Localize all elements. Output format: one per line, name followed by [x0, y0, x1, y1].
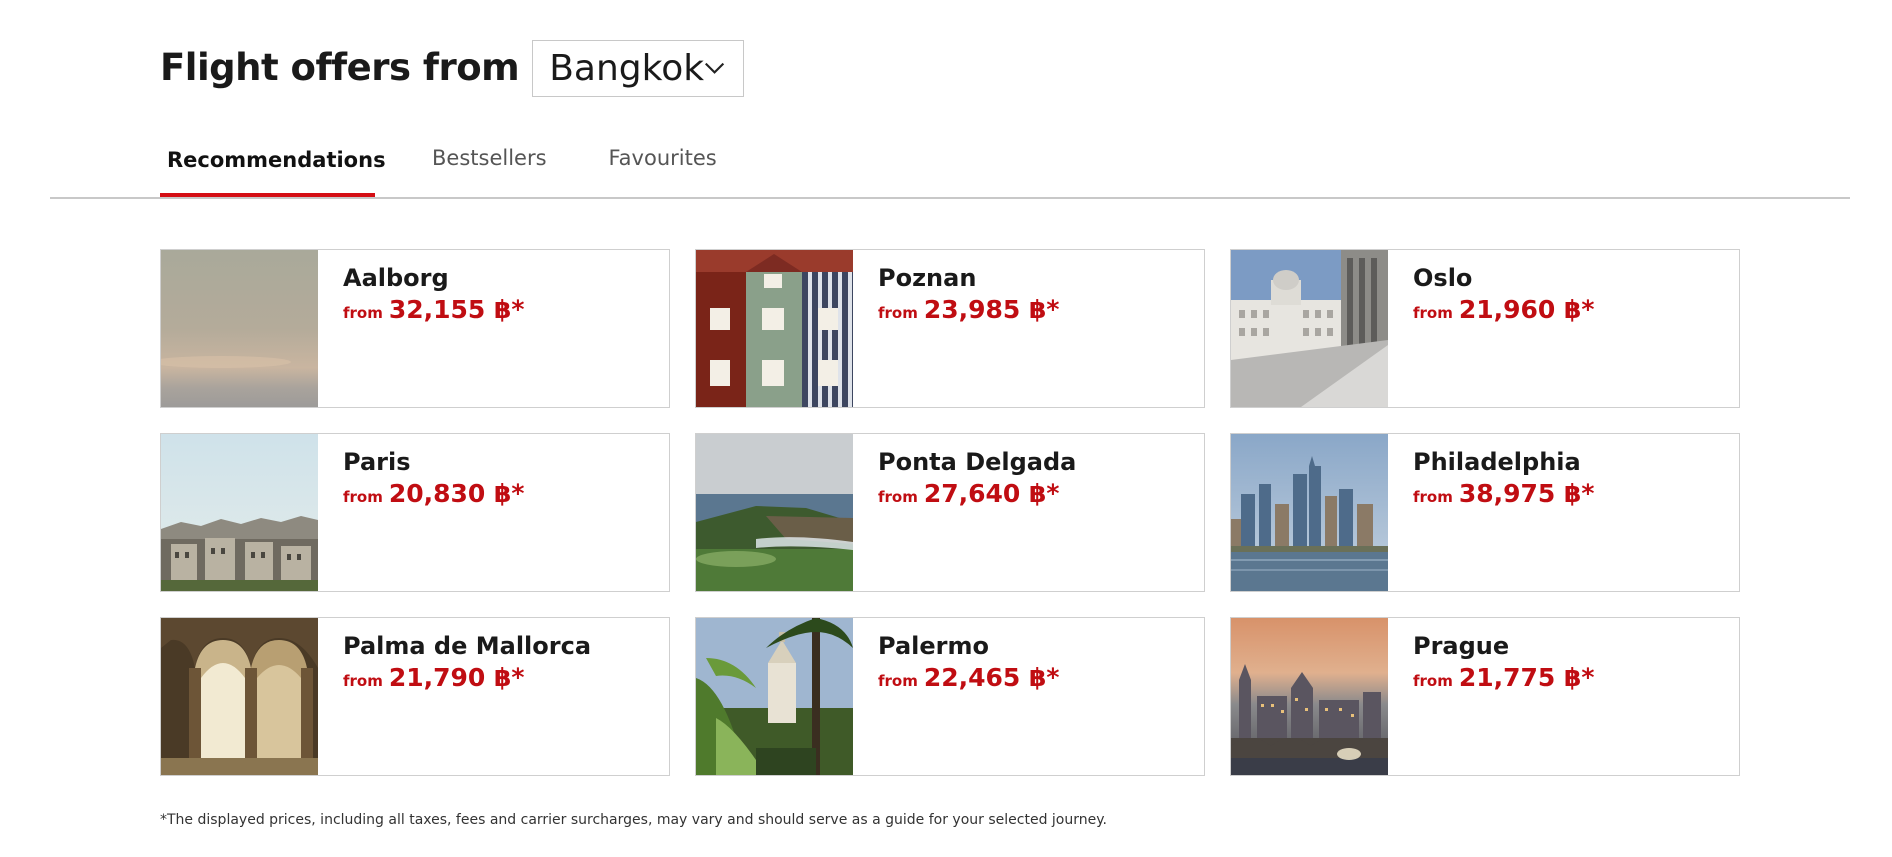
- offer-card-body: Paris from 20,830 ฿*: [318, 434, 525, 591]
- flight-offers-page: Flight offers from Bangkok Recommendatio…: [0, 0, 1892, 857]
- from-label: from: [1413, 304, 1453, 322]
- offer-card-aalborg[interactable]: Aalborg from 32,155 ฿*: [160, 249, 670, 408]
- aalborg-sky-photo: [161, 250, 318, 407]
- offer-card-palermo[interactable]: Palermo from 22,465 ฿*: [695, 617, 1205, 776]
- offer-city-name: Aalborg: [343, 264, 449, 292]
- offer-city-name: Palermo: [878, 632, 989, 660]
- from-label: from: [878, 488, 918, 506]
- offer-city-name: Paris: [343, 448, 411, 476]
- ponta-delgada-coast-photo: [696, 434, 853, 591]
- offer-city-name: Philadelphia: [1413, 448, 1581, 476]
- offer-card-oslo[interactable]: Oslo from 21,960 ฿*: [1230, 249, 1740, 408]
- offer-price: from 22,465 ฿*: [878, 663, 1060, 696]
- tabs-divider: [50, 197, 1850, 199]
- offer-card-body: Palermo from 22,465 ฿*: [853, 618, 1060, 775]
- offer-price: from 20,830 ฿*: [343, 479, 525, 512]
- offer-card-philadelphia[interactable]: Philadelphia from 38,975 ฿*: [1230, 433, 1740, 592]
- offer-price: from 32,155 ฿*: [343, 295, 525, 328]
- offer-card-poznan[interactable]: Poznan from 23,985 ฿*: [695, 249, 1205, 408]
- from-label: from: [343, 672, 383, 690]
- price-amount: 21,960 ฿*: [1458, 295, 1595, 324]
- price-amount: 20,830 ฿*: [388, 479, 525, 508]
- price-amount: 21,790 ฿*: [388, 663, 525, 692]
- page-title: Flight offers from: [160, 46, 520, 89]
- offer-price: from 21,775 ฿*: [1413, 663, 1595, 696]
- offer-card-palma-de-mallorca[interactable]: Palma de Mallorca from 21,790 ฿*: [160, 617, 670, 776]
- philadelphia-skyline-photo: [1231, 434, 1388, 591]
- paris-rooftops-photo: [161, 434, 318, 591]
- offer-card-body: Oslo from 21,960 ฿*: [1388, 250, 1595, 407]
- price-amount: 23,985 ฿*: [923, 295, 1060, 324]
- offer-card-body: Palma de Mallorca from 21,790 ฿*: [318, 618, 591, 775]
- from-label: from: [343, 304, 383, 322]
- price-amount: 32,155 ฿*: [388, 295, 525, 324]
- offer-price: from 21,960 ฿*: [1413, 295, 1595, 328]
- offer-city-name: Oslo: [1413, 264, 1473, 292]
- offer-price: from 27,640 ฿*: [878, 479, 1076, 512]
- offers-header: Flight offers from Bangkok: [160, 38, 745, 98]
- from-label: from: [1413, 488, 1453, 506]
- from-label: from: [1413, 672, 1453, 690]
- tab-recommendations[interactable]: Recommendations: [160, 132, 386, 198]
- offer-city-name: Ponta Delgada: [878, 448, 1077, 476]
- price-disclaimer: *The displayed prices, including all tax…: [160, 812, 1107, 828]
- offer-tabs: Recommendations Bestsellers Favourites: [160, 132, 772, 198]
- origin-city-value: Bangkok: [549, 47, 705, 89]
- offer-city-name: Prague: [1413, 632, 1510, 660]
- offer-card-prague[interactable]: Prague from 21,775 ฿*: [1230, 617, 1740, 776]
- price-amount: 27,640 ฿*: [923, 479, 1060, 508]
- price-amount: 22,465 ฿*: [923, 663, 1060, 692]
- oslo-building-photo: [1231, 250, 1388, 407]
- from-label: from: [343, 488, 383, 506]
- palermo-palm-garden-photo: [696, 618, 853, 775]
- offer-card-body: Philadelphia from 38,975 ฿*: [1388, 434, 1595, 591]
- offer-price: from 38,975 ฿*: [1413, 479, 1595, 512]
- offer-city-name: Palma de Mallorca: [343, 632, 592, 660]
- chevron-down-icon: [705, 62, 725, 74]
- from-label: from: [878, 304, 918, 322]
- offer-card-body: Poznan from 23,985 ฿*: [853, 250, 1060, 407]
- offers-grid: Aalborg from 32,155 ฿* Poznan from 23,98…: [160, 249, 1740, 776]
- prague-bridge-photo: [1231, 618, 1388, 775]
- from-label: from: [878, 672, 918, 690]
- offer-card-ponta-delgada[interactable]: Ponta Delgada from 27,640 ฿*: [695, 433, 1205, 592]
- offer-card-body: Prague from 21,775 ฿*: [1388, 618, 1595, 775]
- offer-card-body: Aalborg from 32,155 ฿*: [318, 250, 525, 407]
- palma-arches-photo: [161, 618, 318, 775]
- offer-card-body: Ponta Delgada from 27,640 ฿*: [853, 434, 1076, 591]
- offer-card-paris[interactable]: Paris from 20,830 ฿*: [160, 433, 670, 592]
- price-amount: 21,775 ฿*: [1458, 663, 1595, 692]
- offer-price: from 21,790 ฿*: [343, 663, 591, 696]
- poznan-colorful-houses-photo: [696, 250, 853, 407]
- price-amount: 38,975 ฿*: [1458, 479, 1595, 508]
- tab-favourites[interactable]: Favourites: [602, 132, 724, 198]
- origin-city-select[interactable]: Bangkok: [532, 39, 745, 97]
- offer-price: from 23,985 ฿*: [878, 295, 1060, 328]
- tab-bestsellers[interactable]: Bestsellers: [425, 132, 554, 198]
- offer-city-name: Poznan: [878, 264, 977, 292]
